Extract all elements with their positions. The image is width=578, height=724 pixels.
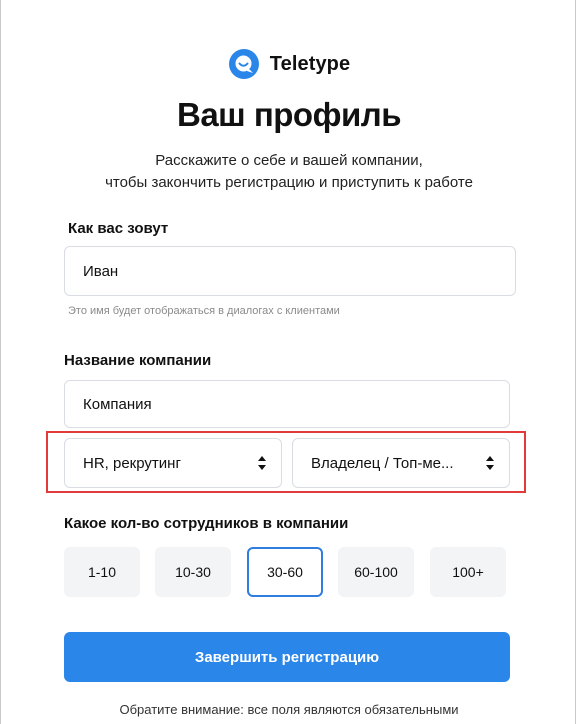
role-select[interactable]: Владелец / Топ-ме... [292, 438, 510, 488]
sort-arrows-icon [486, 456, 494, 470]
role-select-value: Владелец / Топ-ме... [311, 454, 454, 472]
brand-logo: Teletype [0, 48, 578, 80]
required-fields-note: Обратите внимание: все поля являются обя… [119, 702, 459, 717]
employees-option-1-10[interactable]: 1-10 [64, 547, 140, 597]
employees-label: Какое кол-во сотрудников в компании [64, 515, 349, 532]
page-subtitle: Расскажите о себе и вашей компании, чтоб… [0, 150, 578, 194]
company-label: Название компании [64, 352, 212, 369]
industry-select[interactable]: HR, рекрутинг [64, 438, 282, 488]
name-label: Как вас зовут [68, 220, 169, 237]
employees-option-100-plus[interactable]: 100+ [430, 547, 506, 597]
employees-option-30-60[interactable]: 30-60 [247, 547, 323, 597]
teletype-logo-icon [228, 49, 259, 79]
subtitle-line-1: Расскажите о себе и вашей компании, [155, 152, 423, 169]
brand-name: Teletype [269, 52, 351, 75]
employees-option-10-30[interactable]: 10-30 [155, 547, 231, 597]
subtitle-line-2: чтобы закончить регистрацию и приступить… [105, 174, 473, 191]
employees-option-60-100[interactable]: 60-100 [338, 547, 414, 597]
complete-registration-button[interactable]: Завершить регистрацию [64, 632, 510, 682]
page-title: Ваш профиль [176, 96, 402, 133]
sort-arrows-icon [258, 456, 266, 470]
company-input[interactable] [64, 380, 510, 428]
name-hint: Это имя будет отображаться в диалогах с … [68, 305, 340, 317]
name-input[interactable] [64, 246, 516, 296]
industry-select-value: HR, рекрутинг [83, 454, 181, 472]
